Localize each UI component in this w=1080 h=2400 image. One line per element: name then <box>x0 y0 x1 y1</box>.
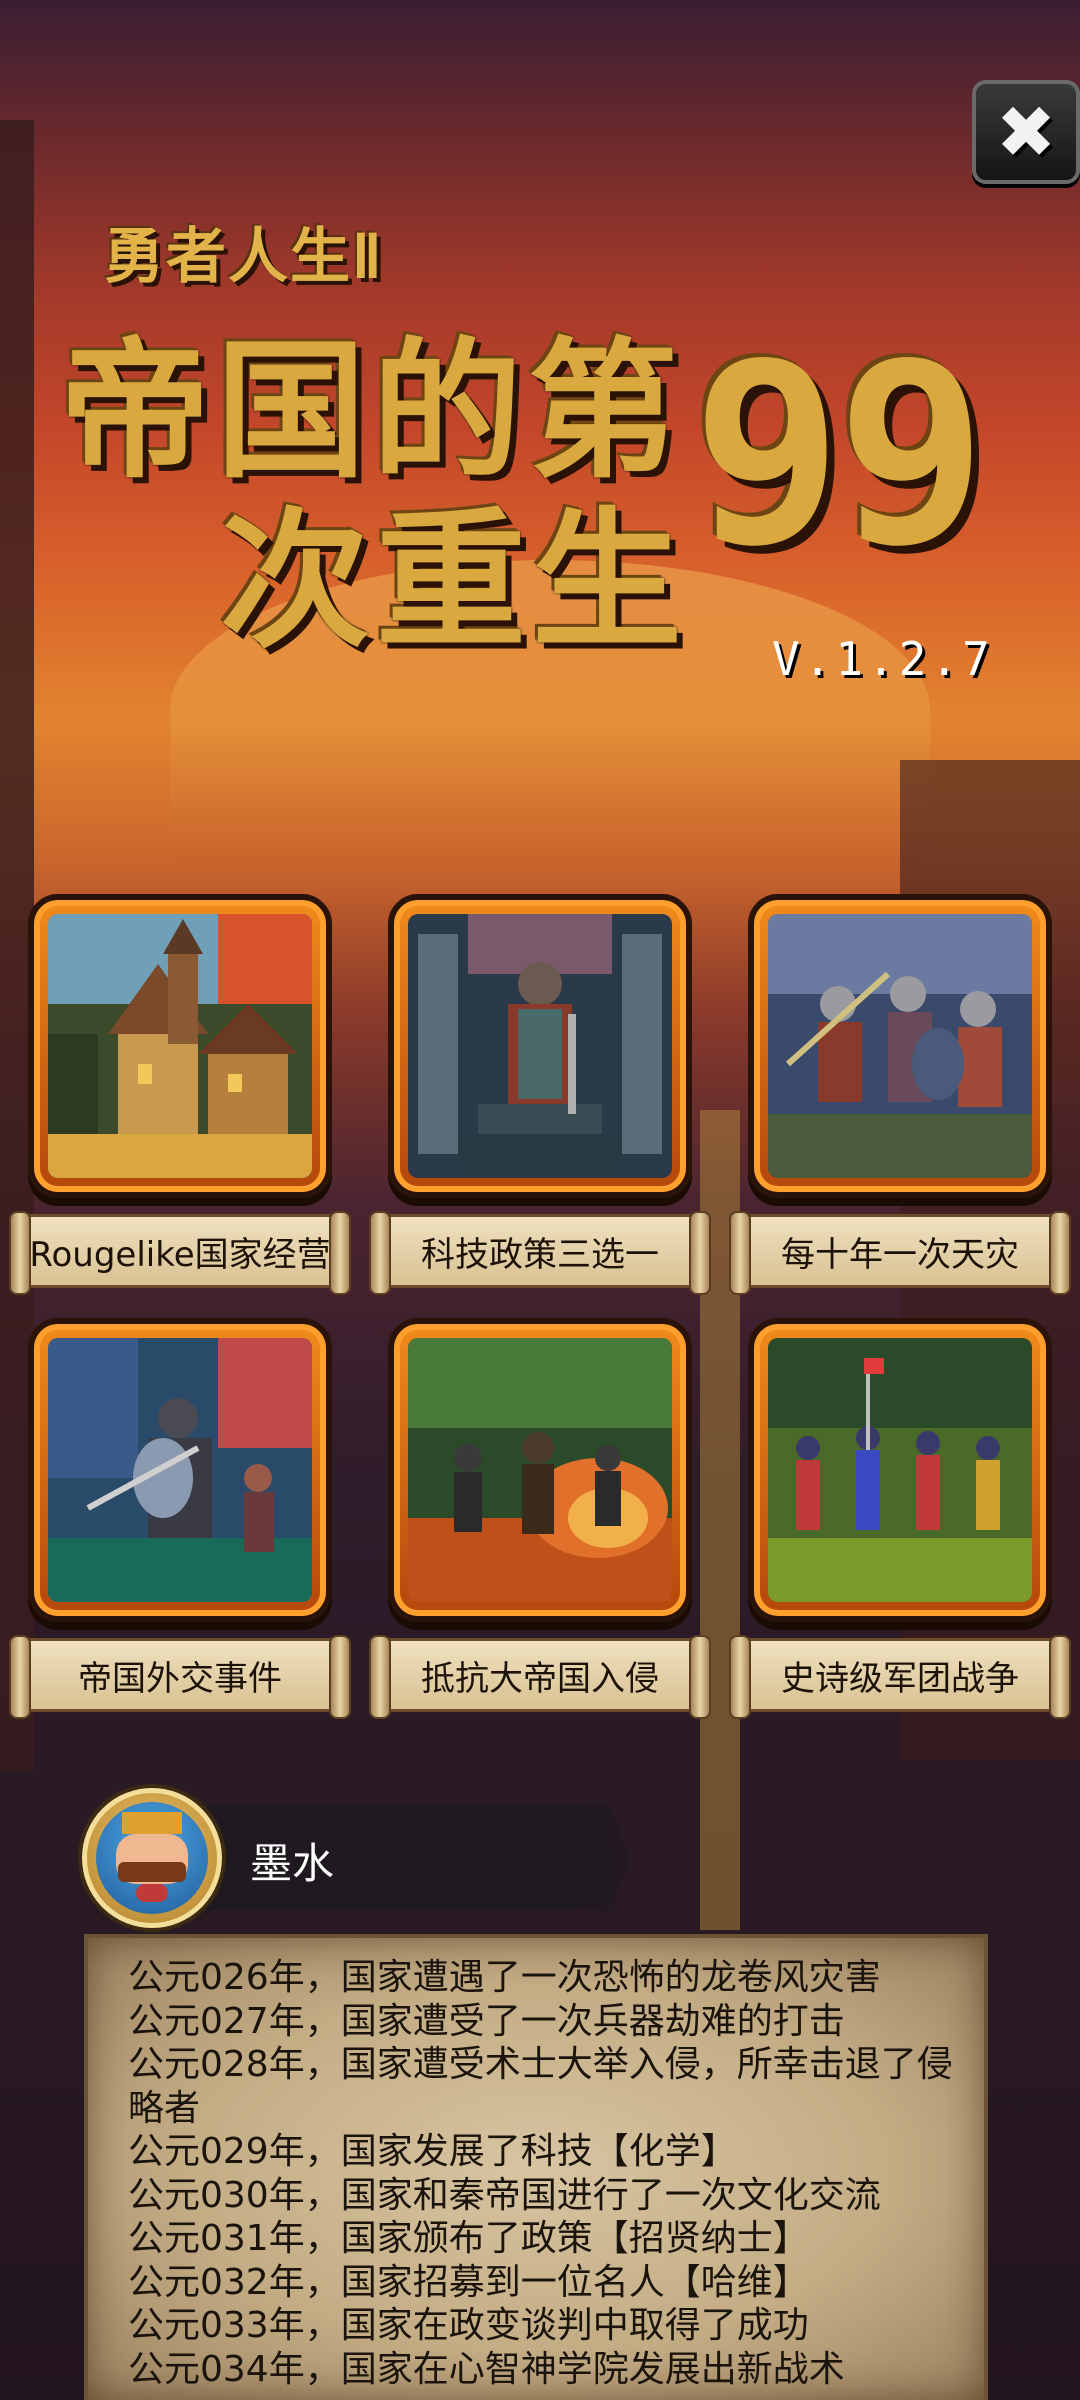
feature-label: Rougelike国家经营 <box>29 1234 331 1275</box>
knight-battle-image <box>48 1338 312 1602</box>
feature-label-scroll: 帝国外交事件 <box>9 1635 351 1719</box>
feature-label: 科技政策三选一 <box>421 1234 659 1275</box>
close-icon: ✖ <box>995 90 1057 174</box>
feature-label-scroll: 史诗级军团战争 <box>729 1635 1071 1719</box>
event-log-entry: 公元031年，国家颁布了政策【招贤纳士】 <box>128 2218 809 2259</box>
event-log-entry: 公元034年，国家在心智神学院发展出新战术 <box>128 2348 845 2390</box>
king-avatar[interactable] <box>82 1788 222 1928</box>
game-subtitle: 勇者人生Ⅱ <box>104 222 384 292</box>
game-title-line-2: 次重生 <box>220 495 689 669</box>
event-log-entry: 公元027年，国家遭受了一次兵器劫难的打击 <box>128 2000 845 2042</box>
game-title-number: 99 <box>692 309 987 600</box>
event-log-entry: 公元030年，国家和秦帝国进行了一次文化交流 <box>128 2174 881 2216</box>
player-name: 墨水 <box>250 1839 335 1888</box>
medieval-town-image <box>48 914 312 1178</box>
feature-label: 每十年一次天灾 <box>781 1234 1019 1275</box>
feature-label: 抵抗大帝国入侵 <box>421 1658 659 1699</box>
army-march-image <box>768 1338 1032 1602</box>
feature-label-scroll: Rougelike国家经营 <box>9 1211 351 1295</box>
knight-statue-image <box>408 914 672 1178</box>
event-log-entry: 公元033年，国家在政变谈判中取得了成功 <box>128 2305 809 2346</box>
soldiers-charge-image <box>768 914 1032 1178</box>
feature-label: 史诗级军团战争 <box>781 1658 1019 1699</box>
burning-battle-image <box>408 1338 672 1602</box>
version-label: V.1.2.7 <box>772 632 994 686</box>
event-log-entry: 公元032年，国家招募到一位名人【哈维】 <box>128 2261 809 2303</box>
feature-label: 帝国外交事件 <box>78 1658 282 1699</box>
event-log-entry: 公元028年，国家遭受术士大举入侵，所幸击退了侵略者 <box>128 2044 953 2129</box>
close-button[interactable]: ✖ <box>972 80 1080 184</box>
feature-label-scroll: 科技政策三选一 <box>369 1211 711 1295</box>
event-log-entry: 公元026年，国家遭遇了一次恐怖的龙卷风灾害 <box>128 1957 881 1998</box>
event-log-list: 公元026年，国家遭遇了一次恐怖的龙卷风灾害 公元027年，国家遭受了一次兵器劫… <box>128 1956 968 2391</box>
feature-label-scroll: 抵抗大帝国入侵 <box>369 1635 711 1719</box>
event-log-panel[interactable]: 公元026年，国家遭遇了一次恐怖的龙卷风灾害 公元027年，国家遭受了一次兵器劫… <box>84 1934 988 2400</box>
event-log-entry: 公元029年，国家发展了科技【化学】 <box>128 2131 737 2172</box>
feature-label-scroll: 每十年一次天灾 <box>729 1211 1071 1295</box>
